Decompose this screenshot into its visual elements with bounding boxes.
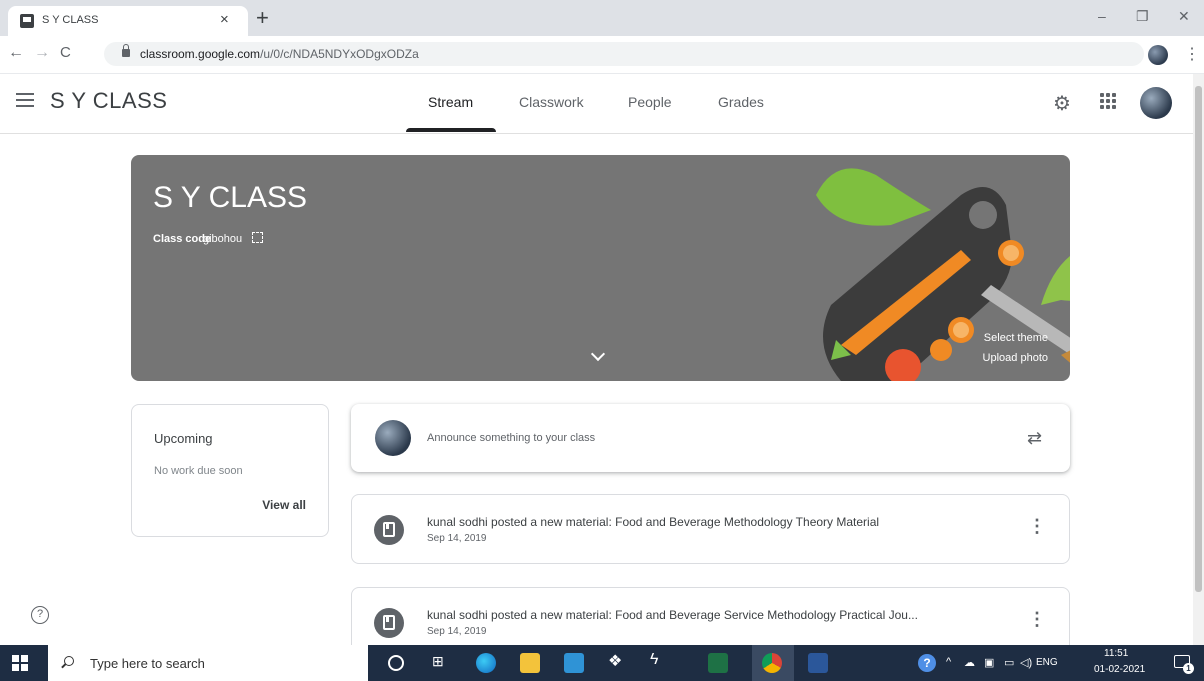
- post-date: Sep 14, 2019: [427, 533, 487, 544]
- repost-icon[interactable]: ⇄: [1027, 428, 1042, 449]
- back-button[interactable]: ←: [8, 44, 24, 62]
- taskbar-search-box[interactable]: Type here to search: [48, 645, 368, 681]
- new-tab-button[interactable]: +: [256, 6, 269, 30]
- winamp-icon[interactable]: ϟ: [650, 651, 670, 671]
- notification-count-badge: 1: [1183, 663, 1194, 674]
- banner-class-title: S Y CLASS: [153, 181, 307, 214]
- edge-icon[interactable]: [476, 653, 496, 673]
- class-name[interactable]: S Y CLASS: [50, 88, 167, 114]
- material-icon: [374, 608, 404, 638]
- windows-start-icon[interactable]: [12, 655, 28, 671]
- chrome-icon[interactable]: [762, 653, 782, 673]
- word-icon[interactable]: [808, 653, 828, 673]
- window-close-button[interactable]: ✕: [1178, 8, 1190, 25]
- lock-icon[interactable]: [122, 44, 130, 57]
- volume-icon[interactable]: ◁): [1020, 656, 1032, 669]
- browser-tab-bar: S Y CLASS × + – ❐ ✕: [0, 0, 1204, 36]
- stream-post[interactable]: kunal sodhi posted a new material: Food …: [351, 494, 1070, 564]
- post-title[interactable]: kunal sodhi posted a new material: Food …: [427, 515, 879, 529]
- announce-placeholder[interactable]: Announce something to your class: [427, 432, 595, 444]
- browser-toolbar: ← → C classroom.google.com/u/0/c/NDA5NDY…: [0, 36, 1204, 74]
- battery-icon[interactable]: ▭: [1004, 656, 1014, 669]
- windows-taskbar: Type here to search ⊞ ❖ ϟ ? ^ ☁ ▣ ▭ ◁) E…: [0, 645, 1204, 681]
- tray-overflow-icon[interactable]: ^: [946, 656, 951, 668]
- settings-gear-icon[interactable]: ⚙: [1053, 91, 1071, 116]
- excel-icon[interactable]: [708, 653, 728, 673]
- tab-close-button[interactable]: ×: [220, 11, 229, 28]
- fullscreen-code-icon[interactable]: [252, 232, 263, 243]
- url-text[interactable]: classroom.google.com/u/0/c/NDA5NDYxODgxO…: [140, 47, 419, 61]
- scrollbar-thumb[interactable]: [1195, 86, 1202, 592]
- post-options-icon[interactable]: ⋮: [1028, 610, 1046, 628]
- browser-menu-icon[interactable]: ⋮: [1184, 44, 1200, 64]
- clock-time[interactable]: 11:51: [1104, 648, 1128, 659]
- file-explorer-icon[interactable]: [520, 653, 540, 673]
- tab-stream[interactable]: Stream: [428, 94, 473, 110]
- hamburger-icon[interactable]: [16, 93, 34, 107]
- material-icon: [374, 515, 404, 545]
- reload-button[interactable]: C: [60, 44, 71, 61]
- upcoming-card: Upcoming No work due soon View all: [131, 404, 329, 537]
- task-view-icon[interactable]: ⊞: [432, 653, 452, 673]
- post-options-icon[interactable]: ⋮: [1028, 517, 1046, 535]
- account-avatar[interactable]: [1140, 87, 1172, 119]
- upcoming-empty-text: No work due soon: [154, 465, 243, 477]
- taskbar-search-placeholder: Type here to search: [90, 656, 205, 671]
- cutting-board-illustration: [816, 168, 1070, 381]
- url-host: classroom.google.com: [140, 47, 261, 61]
- tab-title: S Y CLASS: [42, 14, 99, 26]
- search-icon: [64, 656, 74, 666]
- dropbox-icon[interactable]: ❖: [608, 651, 628, 671]
- browser-profile-avatar[interactable]: [1148, 45, 1168, 65]
- upload-photo-link[interactable]: Upload photo: [983, 352, 1048, 364]
- classroom-header: S Y CLASS Stream Classwork People Grades…: [0, 74, 1204, 134]
- network-icon[interactable]: ▣: [984, 656, 994, 669]
- class-code-value: gibohou: [203, 233, 243, 245]
- upcoming-title: Upcoming: [154, 431, 213, 446]
- view-all-link[interactable]: View all: [262, 498, 306, 512]
- language-indicator[interactable]: ENG: [1036, 657, 1058, 668]
- forward-button[interactable]: →: [34, 44, 50, 62]
- mail-icon[interactable]: [564, 653, 584, 673]
- avatar: [375, 420, 411, 456]
- clock-date[interactable]: 01-02-2021: [1094, 664, 1145, 675]
- url-path: /u/0/c/NDA5NDYxODgxODZa: [260, 47, 419, 61]
- post-date: Sep 14, 2019: [427, 626, 487, 637]
- tab-classwork[interactable]: Classwork: [519, 94, 584, 110]
- help-icon[interactable]: ?: [31, 606, 49, 624]
- google-apps-icon[interactable]: [1100, 93, 1116, 109]
- announce-box[interactable]: Announce something to your class ⇄: [351, 404, 1070, 472]
- post-title[interactable]: kunal sodhi posted a new material: Food …: [427, 608, 918, 622]
- active-tab-indicator: [406, 128, 496, 132]
- select-theme-link[interactable]: Select theme: [984, 332, 1048, 344]
- class-banner: S Y CLASS Class code gibohou Select them…: [131, 155, 1070, 381]
- window-minimize-button[interactable]: –: [1098, 8, 1106, 24]
- onedrive-icon[interactable]: ☁: [964, 656, 975, 669]
- cortana-icon[interactable]: [388, 655, 404, 671]
- classroom-favicon-icon: [20, 14, 34, 28]
- chevron-down-icon[interactable]: [590, 346, 606, 362]
- browser-tab[interactable]: S Y CLASS ×: [8, 6, 248, 36]
- tab-people[interactable]: People: [628, 94, 672, 110]
- help-tray-icon[interactable]: ?: [918, 654, 936, 672]
- window-maximize-button[interactable]: ❐: [1136, 8, 1149, 25]
- tab-grades[interactable]: Grades: [718, 94, 764, 110]
- address-bar[interactable]: classroom.google.com/u/0/c/NDA5NDYxODgxO…: [104, 42, 1144, 66]
